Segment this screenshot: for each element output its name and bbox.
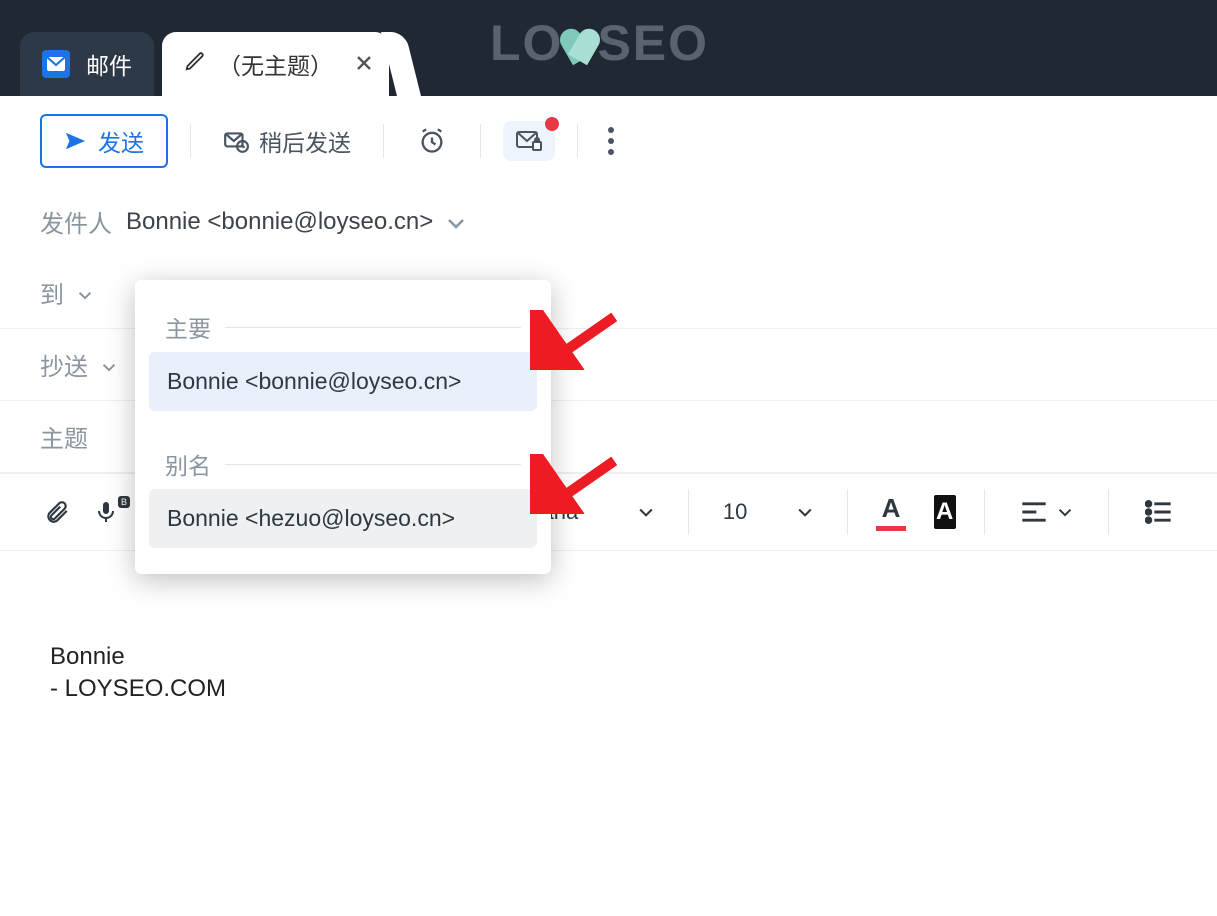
divider — [847, 489, 848, 535]
highlight-button[interactable]: A — [934, 495, 956, 529]
from-address-dropdown: 主要 Bonnie <bonnie@loyseo.cn> 别名 Bonnie <… — [135, 280, 551, 574]
attach-button[interactable] — [36, 492, 78, 532]
divider — [383, 124, 384, 158]
divider — [688, 489, 689, 535]
send-button[interactable]: 发送 — [40, 114, 168, 168]
send-later-label: 稍后发送 — [259, 124, 351, 158]
font-size-select[interactable]: 10 — [717, 495, 819, 529]
mail-icon — [42, 50, 70, 78]
dropdown-primary-title: 主要 — [149, 310, 537, 352]
tab-mail[interactable]: 邮件 — [20, 32, 154, 96]
watermark-post: SEO — [597, 14, 709, 72]
align-button[interactable] — [1012, 494, 1080, 530]
more-menu-button[interactable] — [600, 127, 622, 155]
chevron-down-icon[interactable] — [447, 208, 465, 236]
secure-mail-button[interactable] — [503, 121, 555, 161]
chevron-down-icon[interactable] — [102, 351, 116, 379]
watermark-pre: LO — [490, 14, 563, 72]
dropdown-primary-item[interactable]: Bonnie <bonnie@loyseo.cn> — [149, 352, 537, 411]
send-button-label: 发送 — [98, 124, 144, 158]
watermark-logo: LO SEO — [490, 14, 709, 72]
dropdown-alias-title: 别名 — [149, 447, 537, 489]
divider — [225, 327, 521, 328]
heart-icon — [561, 28, 599, 66]
from-row: 发件人 Bonnie <bonnie@loyseo.cn> — [0, 186, 1217, 257]
font-color-bar-icon — [876, 526, 906, 531]
divider — [480, 124, 481, 158]
cc-label: 抄送 — [40, 347, 88, 382]
font-size-value: 10 — [723, 499, 747, 525]
dropdown-alias-item[interactable]: Bonnie <hezuo@loyseo.cn> — [149, 489, 537, 548]
highlight-letter: A — [936, 498, 953, 526]
tab-mail-label: 邮件 — [86, 47, 132, 81]
to-label: 到 — [40, 275, 64, 310]
divider — [984, 489, 985, 535]
pencil-icon — [184, 50, 206, 78]
divider — [577, 124, 578, 158]
divider — [190, 124, 191, 158]
reminder-button[interactable] — [406, 119, 458, 163]
from-label: 发件人 — [40, 204, 112, 239]
voice-badge-icon: B — [118, 496, 130, 508]
tab-bar: 邮件 （无主题） LO SEO — [0, 0, 1217, 96]
message-body[interactable]: Bonnie - LOYSEO.COM — [0, 551, 1217, 796]
list-button[interactable] — [1137, 494, 1181, 530]
tab-compose[interactable]: （无主题） — [162, 32, 389, 96]
dropdown-primary-title-text: 主要 — [165, 310, 211, 344]
compose-toolbar: 发送 稍后发送 — [0, 96, 1217, 186]
chevron-down-icon[interactable] — [78, 279, 92, 307]
close-tab-icon[interactable] — [355, 51, 373, 78]
divider — [225, 464, 521, 465]
send-later-button[interactable]: 稍后发送 — [213, 118, 361, 164]
from-value[interactable]: Bonnie <bonnie@loyseo.cn> — [126, 208, 433, 236]
font-color-letter: A — [882, 493, 901, 524]
tab-compose-label: （无主题） — [218, 47, 333, 81]
notification-dot-icon — [545, 117, 559, 131]
divider — [1108, 489, 1109, 535]
font-color-button[interactable]: A — [876, 493, 906, 531]
subject-label: 主题 — [40, 419, 88, 454]
dropdown-alias-title-text: 别名 — [165, 447, 211, 481]
